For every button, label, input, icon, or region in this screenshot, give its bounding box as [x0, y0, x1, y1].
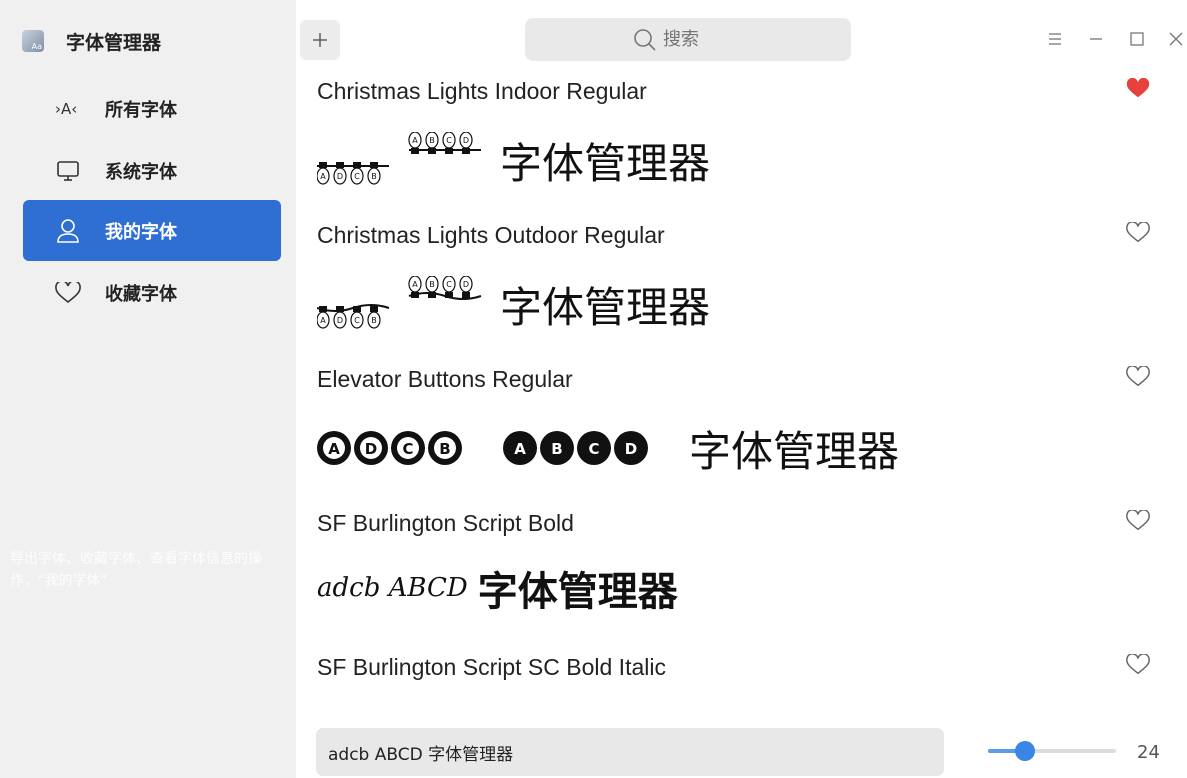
- minimize-button[interactable]: [1084, 27, 1108, 51]
- font-name: SF Burlington Script SC Bold Italic: [317, 654, 666, 680]
- font-preview: A D C B A B C D 字体管理器: [317, 420, 899, 476]
- user-icon: [53, 218, 83, 244]
- font-preview: A D C B A B C D 字体管理器: [317, 274, 710, 334]
- sidebar-item-label: 我的字体: [105, 221, 177, 243]
- svg-text:B: B: [371, 316, 377, 325]
- svg-text:A: A: [320, 316, 326, 325]
- favorite-button[interactable]: [1126, 365, 1150, 390]
- heart-outline-icon: [1126, 653, 1150, 675]
- heart-outline-icon: [1126, 365, 1150, 387]
- preview-cjk-text: 字体管理器: [476, 705, 676, 716]
- heart-outline-icon: [1126, 509, 1150, 531]
- search-icon: [634, 28, 656, 51]
- slider-handle[interactable]: [1015, 741, 1035, 761]
- svg-text:B: B: [429, 136, 435, 145]
- font-preview: A D C B A B C D 字体管理器: [317, 130, 710, 190]
- font-size-value: 24: [1137, 742, 1160, 763]
- sidebar-item-favorite-fonts[interactable]: 收藏字体: [23, 262, 281, 323]
- preview-latin-text: adcb ABCD: [317, 573, 468, 603]
- svg-text:D: D: [463, 136, 469, 145]
- maximize-icon: [1130, 32, 1144, 46]
- svg-text:C: C: [402, 440, 413, 458]
- svg-text:A: A: [412, 136, 418, 145]
- preview-cjk-text: 字体管理器: [477, 569, 678, 615]
- sidebar-item-label: 所有字体: [105, 99, 177, 121]
- heart-outline-icon: [1126, 221, 1150, 243]
- svg-text:C: C: [588, 440, 599, 458]
- sidebar-item-my-fonts[interactable]: 我的字体: [23, 200, 281, 261]
- svg-text:C: C: [354, 316, 360, 325]
- font-list: Christmas Lights Indoor Regular A D C B A B C…: [296, 62, 1187, 716]
- font-name: Christmas Lights Indoor Regular: [317, 78, 647, 104]
- preview-cjk-text: 字体管理器: [689, 426, 900, 476]
- close-icon: [1169, 32, 1183, 46]
- minimize-icon: [1090, 38, 1102, 40]
- search-input[interactable]: [663, 29, 743, 50]
- svg-text:B: B: [551, 440, 562, 458]
- heart-outline-icon: [53, 281, 83, 304]
- svg-text:D: D: [625, 440, 637, 458]
- svg-text:B: B: [439, 440, 450, 458]
- favorite-button[interactable]: [1126, 221, 1150, 246]
- heart-filled-icon: [1126, 77, 1150, 98]
- svg-text:C: C: [354, 172, 360, 181]
- maximize-button[interactable]: [1125, 27, 1149, 51]
- all-fonts-icon: ›A‹: [53, 99, 83, 119]
- svg-text:›A‹: ›A‹: [55, 100, 77, 118]
- favorite-button[interactable]: [1126, 653, 1150, 678]
- font-preview: 字体管理器: [476, 706, 676, 716]
- preview-cjk-text: 字体管理器: [500, 138, 711, 188]
- svg-text:D: D: [463, 280, 469, 289]
- christmas-lights-glyphs: A D C B A B C D: [317, 132, 481, 185]
- sidebar: 字体管理器 ›A‹ 所有字体 系统字体 我的字体 收藏字体 导: [0, 0, 296, 778]
- svg-text:B: B: [371, 172, 377, 181]
- svg-text:C: C: [446, 280, 452, 289]
- app-logo-icon: [22, 30, 44, 52]
- svg-text:D: D: [337, 316, 343, 325]
- menu-icon: [1049, 33, 1061, 45]
- elevator-buttons-glyphs: ADCB ABCD: [317, 431, 648, 465]
- app-title-row: 字体管理器: [22, 24, 161, 58]
- svg-text:A: A: [328, 440, 340, 458]
- preview-cjk-text: 字体管理器: [500, 282, 711, 332]
- christmas-lights-glyphs: A D C B A B C D: [317, 276, 482, 329]
- svg-text:A: A: [320, 172, 326, 181]
- favorite-button[interactable]: [1126, 509, 1150, 534]
- font-name: Christmas Lights Outdoor Regular: [317, 222, 665, 248]
- menu-button[interactable]: [1043, 27, 1067, 51]
- svg-text:D: D: [365, 440, 377, 458]
- svg-text:A: A: [514, 440, 526, 458]
- sidebar-item-label: 系统字体: [105, 161, 177, 183]
- monitor-icon: [53, 160, 83, 182]
- tooltip-ghost-text: 导出字体、收藏字体、查看字体信息的操作，"我的字体": [10, 551, 262, 589]
- font-manager-window: 字体管理器 ›A‹ 所有字体 系统字体 我的字体 收藏字体 导: [0, 0, 1187, 778]
- font-preview: adcb ABCD 字体管理器: [317, 560, 678, 616]
- svg-text:C: C: [446, 136, 452, 145]
- font-name: SF Burlington Script Bold: [317, 510, 574, 536]
- search-box[interactable]: [525, 18, 851, 61]
- font-name: Elevator Buttons Regular: [317, 366, 573, 392]
- sidebar-item-label: 收藏字体: [105, 283, 177, 305]
- preview-text-input[interactable]: [316, 728, 944, 776]
- add-font-button[interactable]: [300, 20, 340, 60]
- app-title: 字体管理器: [66, 31, 162, 54]
- svg-text:A: A: [412, 280, 418, 289]
- font-size-slider[interactable]: [988, 740, 1116, 762]
- close-button[interactable]: [1164, 27, 1187, 51]
- favorite-button[interactable]: [1126, 77, 1150, 102]
- svg-text:D: D: [337, 172, 343, 181]
- plus-icon: [313, 33, 327, 47]
- sidebar-item-system-fonts[interactable]: 系统字体: [23, 140, 281, 201]
- sidebar-item-all-fonts[interactable]: ›A‹ 所有字体: [23, 78, 281, 139]
- svg-text:B: B: [429, 280, 435, 289]
